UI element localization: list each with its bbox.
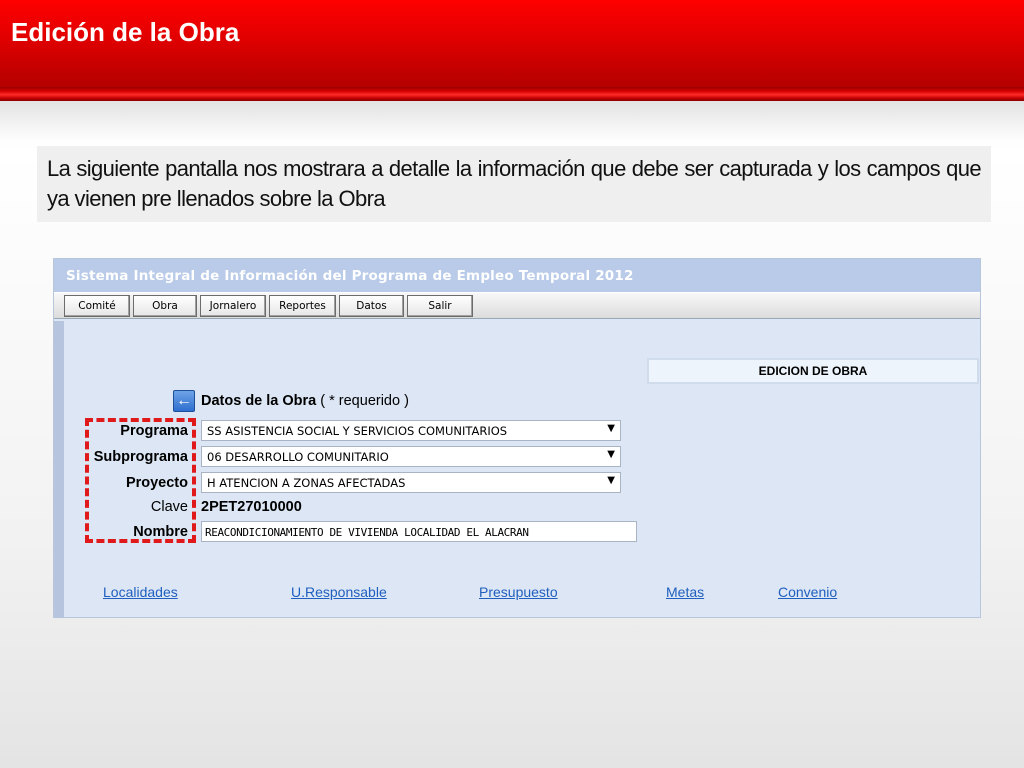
programa-select[interactable]: SS ASISTENCIA SOCIAL Y SERVICIOS COMUNIT… [201, 420, 621, 441]
subprograma-value: 06 DESARROLLO COMUNITARIO [207, 450, 389, 464]
panel-heading: EDICION DE OBRA [758, 364, 868, 378]
header-shadow [0, 101, 1024, 141]
intro-box: La siguiente pantalla nos mostrara a det… [37, 146, 991, 222]
slide-title: Edición de la Obra [11, 17, 240, 47]
clave-value: 2PET27010000 [201, 499, 302, 515]
menu-salir-button[interactable]: Salir [407, 295, 473, 317]
chevron-down-icon: ▼ [607, 475, 615, 486]
section-title: Datos de la Obra ( * requerido ) [201, 393, 409, 409]
intro-text: La siguiente pantalla nos mostrara a det… [47, 156, 982, 211]
subprograma-select[interactable]: 06 DESARROLLO COMUNITARIO ▼ [201, 446, 621, 467]
link-localidades[interactable]: Localidades [103, 584, 178, 600]
link-u-responsable[interactable]: U.Responsable [291, 584, 387, 600]
back-button[interactable]: ← [173, 390, 195, 412]
chevron-down-icon: ▼ [607, 449, 615, 460]
slide-header: Edición de la Obra [0, 0, 1024, 87]
menu-obra-button[interactable]: Obra [133, 295, 197, 317]
required-note: ( * requerido ) [320, 393, 409, 409]
menu-jornalero-button[interactable]: Jornalero [200, 295, 266, 317]
arrow-left-icon: ← [176, 392, 192, 409]
link-presupuesto[interactable]: Presupuesto [479, 584, 558, 600]
proyecto-value: H ATENCION A ZONAS AFECTADAS [207, 476, 406, 490]
menu-reportes-button[interactable]: Reportes [269, 295, 336, 317]
link-convenio[interactable]: Convenio [778, 584, 837, 600]
nombre-input[interactable]: REACONDICIONAMIENTO DE VIVIENDA LOCALIDA… [201, 521, 637, 542]
panel-heading-box: EDICION DE OBRA [647, 358, 979, 384]
menu-comite-button[interactable]: Comité [64, 295, 130, 317]
app-screenshot: Sistema Integral de Información del Prog… [53, 258, 981, 618]
link-metas[interactable]: Metas [666, 584, 704, 600]
menu-datos-button[interactable]: Datos [339, 295, 404, 317]
proyecto-select[interactable]: H ATENCION A ZONAS AFECTADAS ▼ [201, 472, 621, 493]
app-left-bar [54, 321, 64, 618]
section-title-text: Datos de la Obra [201, 393, 317, 409]
app-menubar: Comité Obra Jornalero Reportes Datos Sal… [54, 292, 980, 319]
header-rule [0, 87, 1024, 101]
chevron-down-icon: ▼ [607, 423, 615, 434]
app-title: Sistema Integral de Información del Prog… [54, 259, 980, 292]
programa-value: SS ASISTENCIA SOCIAL Y SERVICIOS COMUNIT… [207, 424, 508, 438]
labels-highlight [85, 418, 196, 543]
